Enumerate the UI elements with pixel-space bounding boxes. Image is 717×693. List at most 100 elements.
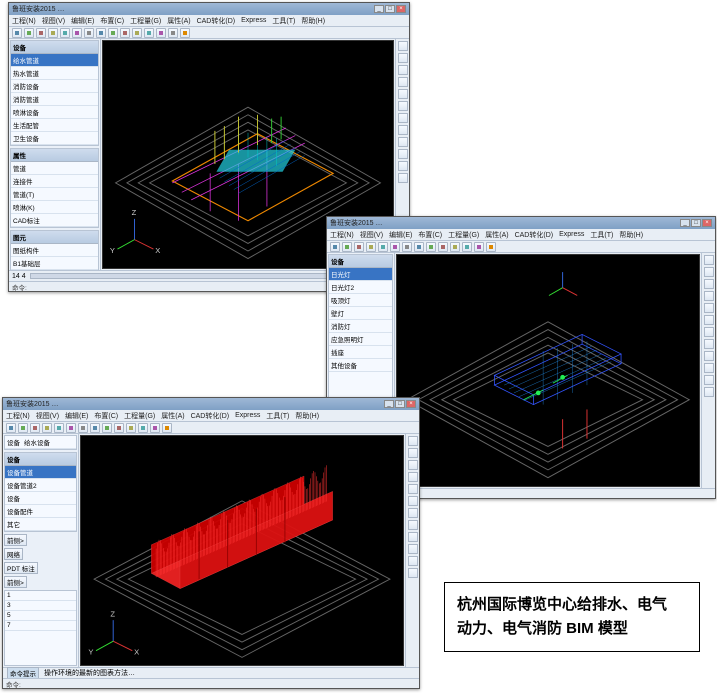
tree-item[interactable]: 5: [5, 611, 76, 621]
menu-item[interactable]: 属性(A): [167, 16, 190, 26]
vtool-icon[interactable]: [408, 520, 418, 530]
tool-icon[interactable]: [426, 242, 436, 252]
tree-item[interactable]: 3: [5, 601, 76, 611]
panel-button[interactable]: 前侧>: [4, 576, 27, 588]
tool-icon[interactable]: [84, 28, 94, 38]
maximize-button[interactable]: □: [691, 219, 701, 227]
list-item[interactable]: 日光灯: [329, 268, 392, 281]
vtool-icon[interactable]: [408, 460, 418, 470]
hscroll-left[interactable]: 14 4: [12, 273, 26, 280]
maximize-button[interactable]: □: [385, 5, 395, 13]
tool-icon[interactable]: [126, 423, 136, 433]
tool-icon[interactable]: [66, 423, 76, 433]
vtool-icon[interactable]: [704, 363, 714, 373]
vtool-icon[interactable]: [398, 65, 408, 75]
tool-icon[interactable]: [12, 28, 22, 38]
prop-item[interactable]: 管道: [11, 162, 98, 175]
tool-icon[interactable]: [78, 423, 88, 433]
menu-item[interactable]: CAD转化(D): [197, 16, 236, 26]
titlebar[interactable]: 鲁班安装2015 … _ □ ×: [9, 3, 409, 15]
vtool-icon[interactable]: [408, 472, 418, 482]
vtool-icon[interactable]: [704, 351, 714, 361]
menu-item[interactable]: Express: [241, 17, 266, 24]
titlebar[interactable]: 鲁班安装2015 … _ □ ×: [3, 398, 419, 410]
vtool-icon[interactable]: [408, 556, 418, 566]
vtool-icon[interactable]: [408, 436, 418, 446]
menu-item[interactable]: 工程(N): [6, 411, 30, 421]
vtool-icon[interactable]: [408, 496, 418, 506]
tool-icon[interactable]: [114, 423, 124, 433]
minimize-button[interactable]: _: [384, 400, 394, 408]
tool-icon[interactable]: [138, 423, 148, 433]
tool-icon[interactable]: [168, 28, 178, 38]
category-item[interactable]: 给水管道: [11, 54, 98, 67]
close-button[interactable]: ×: [406, 400, 416, 408]
tool-icon[interactable]: [150, 423, 160, 433]
menu-item[interactable]: 工具(T): [266, 411, 289, 421]
vtool-icon[interactable]: [704, 315, 714, 325]
minimize-button[interactable]: _: [374, 5, 384, 13]
menu-item[interactable]: 布置(C): [418, 230, 442, 240]
tool-icon[interactable]: [438, 242, 448, 252]
vtool-icon[interactable]: [704, 387, 714, 397]
menu-item[interactable]: Express: [559, 231, 584, 238]
tool-icon[interactable]: [390, 242, 400, 252]
vtool-icon[interactable]: [398, 113, 408, 123]
vtool-icon[interactable]: [704, 267, 714, 277]
vtool-icon[interactable]: [408, 508, 418, 518]
list-item[interactable]: 应急照明灯: [329, 333, 392, 346]
tool-icon[interactable]: [48, 28, 58, 38]
vtool-icon[interactable]: [408, 568, 418, 578]
menu-item[interactable]: 视图(V): [360, 230, 383, 240]
menu-item[interactable]: 属性(A): [161, 411, 184, 421]
menu-item[interactable]: 工具(T): [590, 230, 613, 240]
menu-item[interactable]: 编辑(E): [71, 16, 94, 26]
tool-icon[interactable]: [366, 242, 376, 252]
list-item[interactable]: 其他设备: [329, 359, 392, 372]
maximize-button[interactable]: □: [395, 400, 405, 408]
menu-item[interactable]: 布置(C): [94, 411, 118, 421]
menu-item[interactable]: 帮助(H): [295, 411, 319, 421]
tool-icon[interactable]: [54, 423, 64, 433]
close-button[interactable]: ×: [396, 5, 406, 13]
tree-item[interactable]: 7: [5, 621, 76, 631]
tool-icon[interactable]: [462, 242, 472, 252]
tool-icon[interactable]: [42, 423, 52, 433]
tool-icon[interactable]: [30, 423, 40, 433]
tool-icon[interactable]: [132, 28, 142, 38]
tool-icon[interactable]: [60, 28, 70, 38]
tool-icon[interactable]: [102, 423, 112, 433]
menu-item[interactable]: 帮助(H): [619, 230, 643, 240]
prop-item[interactable]: 管道(T): [11, 188, 98, 201]
tool-icon[interactable]: [486, 242, 496, 252]
list-item[interactable]: 设备管道: [5, 466, 76, 479]
vtool-icon[interactable]: [398, 149, 408, 159]
tab[interactable]: 设备: [7, 437, 20, 447]
list-item[interactable]: 设备: [5, 492, 76, 505]
menu-item[interactable]: 帮助(H): [301, 16, 325, 26]
tool-icon[interactable]: [354, 242, 364, 252]
vtool-icon[interactable]: [704, 291, 714, 301]
tool-icon[interactable]: [96, 28, 106, 38]
tool-icon[interactable]: [450, 242, 460, 252]
close-button[interactable]: ×: [702, 219, 712, 227]
category-item[interactable]: 热水管道: [11, 67, 98, 80]
menu-item[interactable]: 工程(N): [330, 230, 354, 240]
tree-item[interactable]: 1: [5, 591, 76, 601]
tool-icon[interactable]: [180, 28, 190, 38]
menu-item[interactable]: 属性(A): [485, 230, 508, 240]
menu-item[interactable]: 工程量(G): [130, 16, 161, 26]
vtool-icon[interactable]: [408, 544, 418, 554]
tool-icon[interactable]: [18, 423, 28, 433]
panel-button[interactable]: PDT 标注: [4, 562, 38, 574]
menu-item[interactable]: CAD转化(D): [515, 230, 554, 240]
panel-button[interactable]: 网络: [4, 548, 23, 560]
tool-icon[interactable]: [378, 242, 388, 252]
prop-item[interactable]: 喷淋(K): [11, 201, 98, 214]
menu-item[interactable]: 编辑(E): [389, 230, 412, 240]
tool-icon[interactable]: [156, 28, 166, 38]
list-item[interactable]: 设备配件: [5, 505, 76, 518]
tool-icon[interactable]: [162, 423, 172, 433]
tool-icon[interactable]: [36, 28, 46, 38]
tool-icon[interactable]: [402, 242, 412, 252]
